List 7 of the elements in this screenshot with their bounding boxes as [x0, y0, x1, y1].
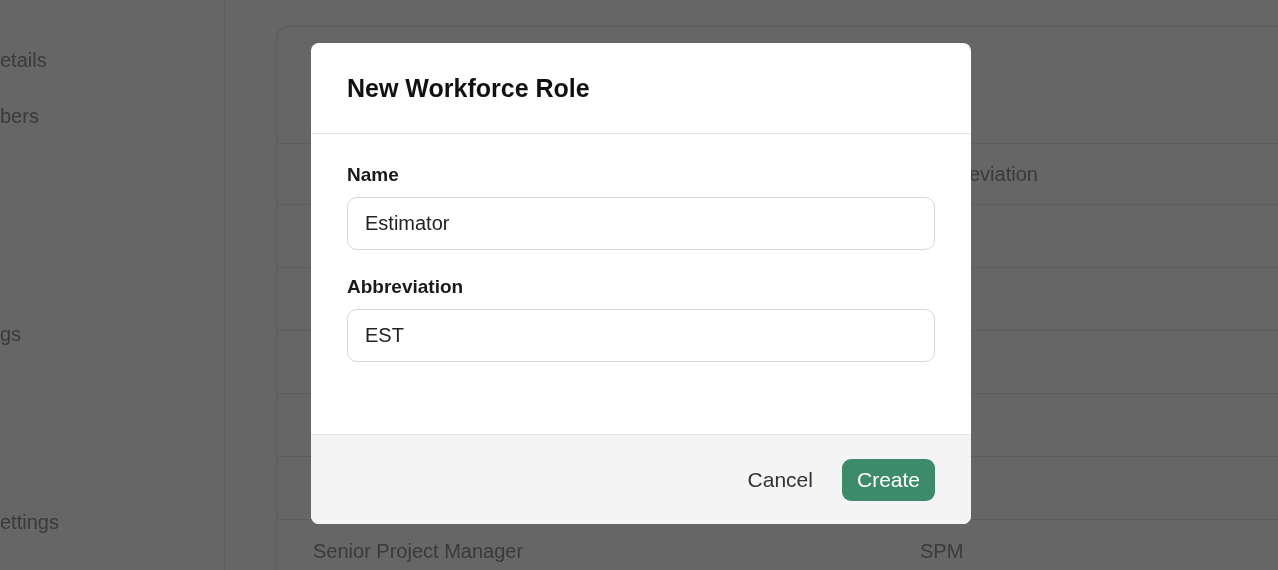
input-field[interactable]: EST — [347, 309, 935, 362]
field-label: Name — [347, 164, 400, 186]
dialog-title: New Workforce Role — [347, 73, 590, 103]
create-button[interactable]: Create — [841, 458, 935, 501]
cancel-button[interactable]: Cancel — [732, 458, 828, 501]
field-label: Abbreviation — [347, 276, 465, 298]
input-field[interactable]: Estimator — [347, 197, 935, 250]
